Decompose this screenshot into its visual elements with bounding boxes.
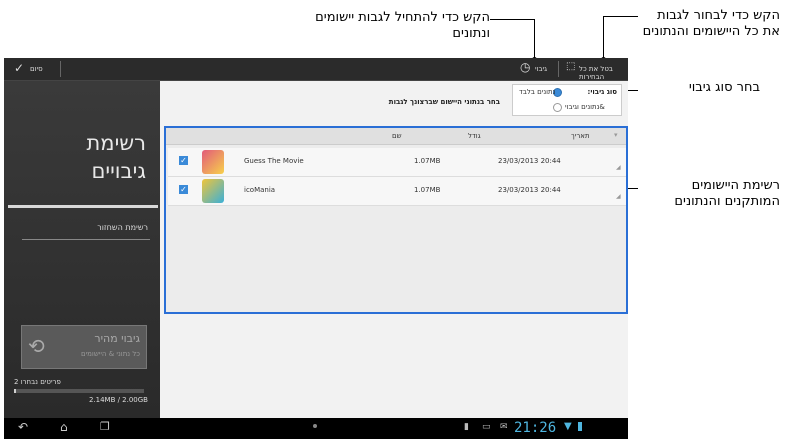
back-icon[interactable]: ↶ bbox=[18, 420, 28, 434]
quick-backup-label: גיבוי מהיר bbox=[94, 332, 140, 345]
content-area: סוג גיבוי: נתונים בלבד &נתונים וגיבוי בח… bbox=[160, 81, 628, 418]
mail-icon: ✉ bbox=[500, 422, 508, 432]
action-divider-2 bbox=[558, 61, 559, 77]
row-checkbox[interactable]: ✓ bbox=[179, 185, 188, 194]
action-bar: ✓ סיום ◷ גיבוי ⬚ בטל את כל הבחירות bbox=[4, 58, 628, 81]
quick-backup-button[interactable]: ⟲ גיבוי מהיר כל נתוני & היישומים bbox=[21, 325, 147, 369]
done-button[interactable]: סיום bbox=[30, 65, 43, 73]
app-size: 1.07MB bbox=[414, 186, 441, 194]
panel-title-underline bbox=[8, 205, 158, 208]
row-expand-icon[interactable]: ◢ bbox=[616, 164, 621, 171]
clock: 21:26 bbox=[514, 420, 557, 436]
storage-text: 2.14MB / 2.00GB bbox=[88, 396, 148, 404]
icomania-app-icon bbox=[202, 179, 224, 203]
action-divider bbox=[60, 61, 61, 77]
row-checkbox[interactable]: ✓ bbox=[179, 156, 188, 165]
callout-start-backup: הקש כדי להתחיל לגבות יישומים ונתונים bbox=[315, 10, 490, 41]
instruction-text: בחר בנתוני היישום שברצונך לגבות bbox=[388, 98, 500, 106]
app-date: 23/03/2013 20:44 bbox=[498, 157, 561, 165]
backup-button[interactable]: גיבוי bbox=[535, 65, 547, 73]
recent-apps-icon[interactable]: ❐ bbox=[100, 420, 110, 433]
callout-select-all: הקש כדי לבחור לגבות את כל היישומים והנתו… bbox=[642, 8, 780, 39]
column-size: גודל bbox=[468, 132, 481, 140]
panel-title: רשימת גיבויים bbox=[86, 131, 147, 183]
system-bar: ↶ ⌂ ❐ ▮ ▭ ✉ 21:26 ▼ bbox=[4, 418, 628, 439]
radio-app-data[interactable] bbox=[553, 103, 562, 112]
storage-bar-fill bbox=[14, 389, 16, 393]
guess-the-movie-app-icon bbox=[202, 150, 224, 174]
option-app-data-label[interactable]: &נתונים וגיבוי bbox=[565, 103, 605, 111]
option-data-only-label[interactable]: נתונים בלבד bbox=[519, 88, 555, 96]
app-name: icoMania bbox=[244, 186, 276, 194]
callout-app-list: רשימת היישומים המותקנים והנתונים bbox=[674, 178, 780, 209]
sd-card-icon: ▮ bbox=[464, 422, 469, 432]
menu-dot-icon[interactable] bbox=[313, 424, 317, 428]
app-size: 1.07MB bbox=[414, 157, 441, 165]
restore-list-item[interactable]: רשימת השחזור bbox=[18, 223, 148, 232]
backup-clock-icon[interactable]: ◷ bbox=[520, 60, 530, 74]
list-header: שם גודל תאריך ▾ bbox=[166, 128, 626, 145]
callout-select-all-line-v bbox=[603, 16, 604, 61]
selection-status: 2 פריטים נבחרו bbox=[14, 378, 61, 386]
app-date: 23/03/2013 20:44 bbox=[498, 186, 561, 194]
app-name: Guess The Movie bbox=[244, 157, 304, 165]
table-row[interactable]: ✓ Guess The Movie 1.07MB 23/03/2013 20:4… bbox=[168, 148, 626, 177]
battery-icon bbox=[578, 422, 582, 431]
storage-bar bbox=[14, 389, 144, 393]
backup-type-label: סוג גיבוי: bbox=[587, 88, 617, 96]
wifi-icon: ▼ bbox=[564, 421, 572, 432]
table-row[interactable]: ✓ icoMania 1.07MB 23/03/2013 20:44 ◢ bbox=[168, 177, 626, 206]
column-name: שם bbox=[392, 132, 402, 140]
tablet-screen: ✓ סיום ◷ גיבוי ⬚ בטל את כל הבחירות רשימת… bbox=[4, 58, 628, 439]
left-panel: רשימת גיבויים רשימת השחזור ⟲ גיבוי מהיר … bbox=[4, 81, 160, 418]
quick-backup-sublabel: כל נתוני & היישומים bbox=[80, 350, 140, 358]
quick-backup-icon: ⟲ bbox=[28, 334, 45, 358]
sort-arrow-icon[interactable]: ▾ bbox=[614, 131, 618, 139]
callout-backup-type: בחר סוג גיבוי bbox=[688, 80, 760, 95]
screenshot-icon: ▭ bbox=[482, 422, 491, 432]
restore-list-divider bbox=[22, 239, 150, 240]
column-date: תאריך bbox=[571, 132, 590, 140]
select-all-button[interactable]: בטל את כל הבחירות bbox=[579, 65, 628, 81]
app-list: שם גודל תאריך ▾ ✓ Guess The Movie 1.07MB… bbox=[164, 126, 628, 314]
callout-start-backup-line-v bbox=[534, 19, 535, 61]
select-all-icon[interactable]: ⬚ bbox=[566, 61, 575, 72]
backup-type-box: סוג גיבוי: נתונים בלבד &נתונים וגיבוי bbox=[512, 84, 622, 116]
callout-start-backup-line bbox=[490, 19, 534, 20]
row-expand-icon[interactable]: ◢ bbox=[616, 193, 621, 200]
done-check-icon[interactable]: ✓ bbox=[14, 61, 24, 75]
callout-select-all-line bbox=[603, 16, 638, 17]
home-icon[interactable]: ⌂ bbox=[60, 420, 68, 434]
